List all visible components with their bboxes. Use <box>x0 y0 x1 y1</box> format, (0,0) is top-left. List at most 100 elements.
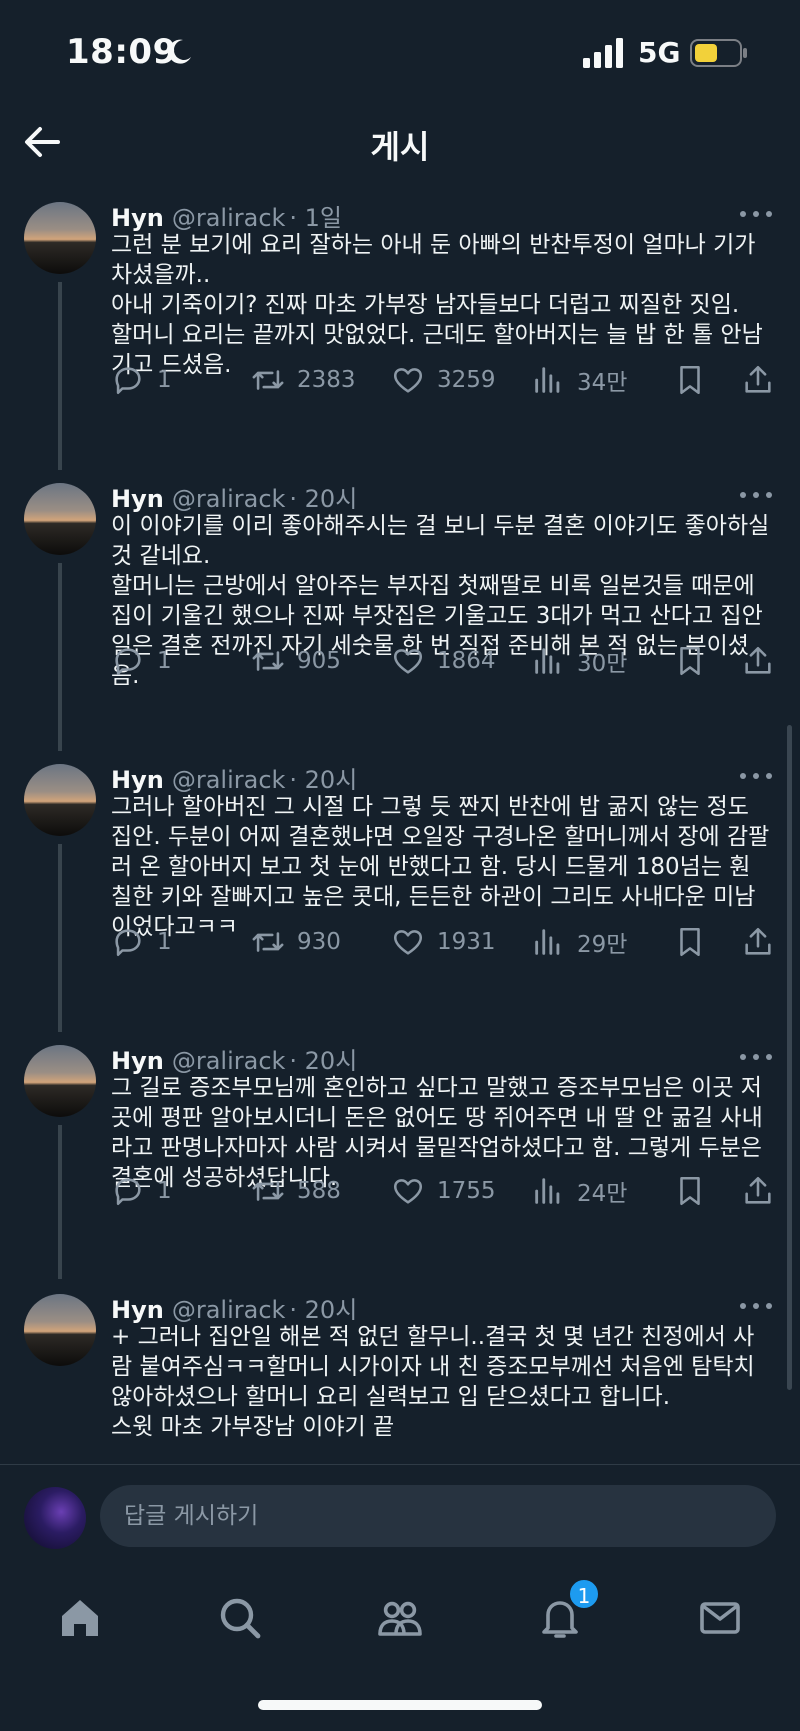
bookmark-button[interactable] <box>673 641 707 681</box>
scrollbar[interactable] <box>787 725 792 1390</box>
retweet-icon <box>252 1181 284 1201</box>
tab-search[interactable] <box>210 1588 270 1648</box>
like-button[interactable]: 3259 <box>391 360 496 400</box>
like-count: 1931 <box>437 929 496 955</box>
retweet-button[interactable]: 2383 <box>251 360 356 400</box>
more-icon[interactable] <box>738 766 774 786</box>
retweet-button[interactable]: 905 <box>251 641 341 681</box>
author-name[interactable]: Hyn <box>111 485 164 513</box>
retweet-button[interactable]: 588 <box>251 1171 341 1211</box>
avatar[interactable] <box>24 1045 96 1117</box>
like-button[interactable]: 1755 <box>391 1171 496 1211</box>
avatar[interactable] <box>24 202 96 274</box>
avatar[interactable] <box>24 483 96 555</box>
more-icon[interactable] <box>738 204 774 224</box>
more-icon[interactable] <box>738 485 774 505</box>
share-icon <box>745 365 771 393</box>
reply-count: 1 <box>157 648 172 674</box>
like-count: 1864 <box>437 648 496 674</box>
reply-icon <box>115 929 141 957</box>
author-name[interactable]: Hyn <box>111 1296 164 1324</box>
bookmark-button[interactable] <box>673 922 707 962</box>
author-handle[interactable]: @ralirack <box>172 204 286 232</box>
retweet-icon <box>252 932 284 952</box>
bookmark-icon <box>680 646 700 676</box>
share-icon <box>745 927 771 955</box>
battery-icon <box>690 39 747 67</box>
reply-button[interactable]: 1 <box>111 360 172 400</box>
retweet-count: 2383 <box>297 367 356 393</box>
reply-button[interactable]: 1 <box>111 1171 172 1211</box>
tweet-time: · 20시 <box>289 485 358 513</box>
reply-icon <box>115 367 141 395</box>
author-handle[interactable]: @ralirack <box>172 485 286 513</box>
views-count: 34만 <box>577 370 628 396</box>
reply-count: 1 <box>157 367 172 393</box>
bookmark-button[interactable] <box>673 1171 707 1211</box>
thread-line <box>58 844 62 1032</box>
author-name[interactable]: Hyn <box>111 1047 164 1075</box>
like-icon <box>393 1179 423 1204</box>
tweet-time: · 20시 <box>289 766 358 794</box>
retweet-count: 930 <box>297 929 341 955</box>
like-button[interactable]: 1931 <box>391 922 496 962</box>
like-icon <box>393 930 423 955</box>
reply-bar <box>0 1464 800 1564</box>
more-icon[interactable] <box>738 1296 774 1316</box>
views-count: 29만 <box>577 932 628 958</box>
bottom-tab-bar: 1 <box>0 1564 800 1684</box>
more-icon[interactable] <box>738 1047 774 1067</box>
share-button[interactable] <box>741 922 775 962</box>
retweet-button[interactable]: 930 <box>251 922 341 962</box>
retweet-count: 588 <box>297 1178 341 1204</box>
tweet-actions: 1 905 1864 30만 <box>111 641 781 681</box>
tweet-time: · 20시 <box>289 1296 358 1324</box>
page-title: 게시 <box>370 128 430 166</box>
views-button[interactable]: 34만 <box>531 360 627 400</box>
thread-line <box>58 1125 62 1279</box>
tweet-time: · 20시 <box>289 1047 358 1075</box>
reply-input[interactable] <box>100 1485 776 1547</box>
avatar[interactable] <box>24 1294 96 1366</box>
like-button[interactable]: 1864 <box>391 641 496 681</box>
share-button[interactable] <box>741 1171 775 1211</box>
share-button[interactable] <box>741 360 775 400</box>
reply-icon <box>115 648 141 676</box>
communities-icon <box>378 1601 422 1636</box>
status-bar: 18:09 5G <box>0 0 800 100</box>
avatar[interactable] <box>24 764 96 836</box>
bookmark-icon <box>680 927 700 957</box>
tab-home[interactable] <box>50 1588 110 1648</box>
reply-button[interactable]: 1 <box>111 641 172 681</box>
views-icon <box>535 929 560 955</box>
tweet-actions: 1 2383 3259 34만 <box>111 360 781 400</box>
author-handle[interactable]: @ralirack <box>172 1047 286 1075</box>
author-handle[interactable]: @ralirack <box>172 1296 286 1324</box>
share-button[interactable] <box>741 641 775 681</box>
home-icon <box>62 1600 98 1636</box>
author-handle[interactable]: @ralirack <box>172 766 286 794</box>
views-icon <box>535 367 560 393</box>
like-count: 3259 <box>437 367 496 393</box>
author-name[interactable]: Hyn <box>111 766 164 794</box>
tweet-header: Hyn @ralirack · 1일 <box>111 198 342 233</box>
reply-button[interactable]: 1 <box>111 922 172 962</box>
tweet-text: 그러나 할아버진 그 시절 다 그렇 듯 짠지 반찬에 밥 굶지 않는 정도 집… <box>111 794 770 940</box>
home-indicator[interactable] <box>258 1700 542 1710</box>
bookmark-button[interactable] <box>673 360 707 400</box>
moon-icon <box>168 39 191 64</box>
tweet-header: Hyn @ralirack · 20시 <box>111 1290 357 1325</box>
views-button[interactable]: 29만 <box>531 922 627 962</box>
like-icon <box>393 368 423 393</box>
messages-icon <box>700 1602 740 1634</box>
reply-count: 1 <box>157 1178 172 1204</box>
current-user-avatar[interactable] <box>24 1487 86 1549</box>
search-icon <box>220 1598 261 1639</box>
views-button[interactable]: 30만 <box>531 641 627 681</box>
notification-badge: 1 <box>568 1578 600 1610</box>
tab-communities[interactable] <box>370 1588 430 1648</box>
views-button[interactable]: 24만 <box>531 1171 627 1211</box>
views-count: 30만 <box>577 651 628 677</box>
author-name[interactable]: Hyn <box>111 204 164 232</box>
tab-messages[interactable] <box>690 1588 750 1648</box>
